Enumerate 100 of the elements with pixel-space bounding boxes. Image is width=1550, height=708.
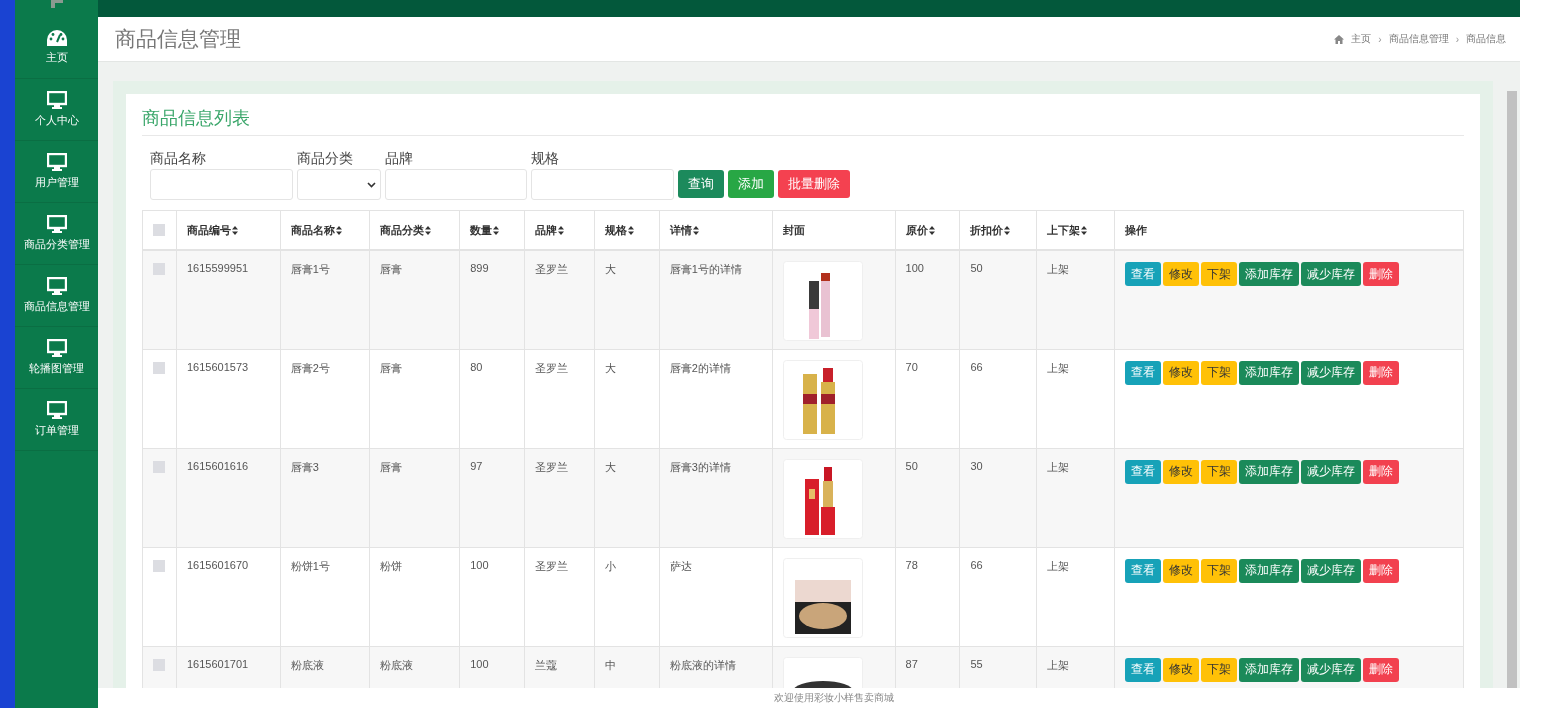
unshelve-button[interactable]: 下架 xyxy=(1200,657,1237,682)
table-cell: 兰蔻 xyxy=(535,658,558,671)
add-button[interactable]: 添加 xyxy=(728,170,774,198)
table-cell: 上架 xyxy=(1047,460,1070,473)
delete-button[interactable]: 删除 xyxy=(1362,657,1399,682)
table-cell: 中 xyxy=(604,658,616,671)
breadcrumb-link[interactable]: 商品信息管理 xyxy=(1388,32,1449,46)
table-cell: 70 xyxy=(905,360,918,373)
column-header[interactable]: 规格 xyxy=(604,222,634,238)
monitor-icon xyxy=(46,277,67,295)
table-cell: 唇膏3 xyxy=(290,460,319,473)
monitor-icon xyxy=(46,339,67,357)
add-stock-button[interactable]: 添加库存 xyxy=(1238,459,1299,484)
sort-icon[interactable] xyxy=(692,225,699,235)
unshelve-button[interactable]: 下架 xyxy=(1200,459,1237,484)
monitor-icon xyxy=(46,153,67,171)
view-button[interactable]: 查看 xyxy=(1124,262,1161,286)
delete-button[interactable]: 批量删除 xyxy=(778,170,850,198)
table-cell: 唇膏1号的详情 xyxy=(669,263,742,275)
select-all-checkbox[interactable] xyxy=(153,224,165,236)
sort-icon[interactable] xyxy=(627,225,634,235)
unshelve-button[interactable]: 下架 xyxy=(1200,262,1237,286)
sort-icon[interactable] xyxy=(425,225,432,235)
table-cell: 97 xyxy=(470,459,483,472)
reduce-stock-button[interactable]: 减少库存 xyxy=(1300,657,1361,682)
edit-button[interactable]: 修改 xyxy=(1162,558,1199,583)
reduce-stock-button[interactable]: 减少库存 xyxy=(1300,459,1361,484)
sort-icon[interactable] xyxy=(1004,225,1011,235)
column-header[interactable]: 品牌 xyxy=(535,222,565,238)
unshelve-button[interactable]: 下架 xyxy=(1200,360,1237,385)
logo-icon xyxy=(50,0,63,8)
row-checkbox[interactable] xyxy=(153,361,165,374)
breadcrumb-separator: › xyxy=(1378,33,1382,45)
delete-button[interactable]: 删除 xyxy=(1362,459,1399,484)
row-checkbox[interactable] xyxy=(153,559,165,572)
table-cell: 100 xyxy=(905,262,924,274)
category-select[interactable] xyxy=(297,169,381,200)
table-cell: 66 xyxy=(970,360,983,373)
edit-button[interactable]: 修改 xyxy=(1162,262,1199,286)
table-cell: 唇膏3的详情 xyxy=(669,460,731,473)
row-checkbox[interactable] xyxy=(153,658,165,671)
delete-button[interactable]: 删除 xyxy=(1362,360,1399,385)
row-checkbox[interactable] xyxy=(153,460,165,473)
column-header[interactable]: 原价 xyxy=(905,222,935,238)
delete-button[interactable]: 删除 xyxy=(1362,558,1399,583)
column-header[interactable]: 商品编号 xyxy=(186,222,238,238)
table-cell: 大 xyxy=(604,460,616,473)
sort-icon[interactable] xyxy=(558,225,565,235)
edit-button[interactable]: 修改 xyxy=(1162,657,1199,682)
reduce-stock-button[interactable]: 减少库存 xyxy=(1300,262,1361,286)
table-cell: 圣罗兰 xyxy=(535,559,569,572)
edit-button[interactable]: 修改 xyxy=(1162,360,1199,385)
column-header[interactable]: 详情 xyxy=(669,222,699,238)
column-header: 封面 xyxy=(783,222,806,238)
reduce-stock-button[interactable]: 减少库存 xyxy=(1300,360,1361,385)
table-cell: 100 xyxy=(470,558,489,571)
breadcrumb-link[interactable]: 商品信息 xyxy=(1466,32,1506,46)
view-button[interactable]: 查看 xyxy=(1124,459,1161,484)
add-stock-button[interactable]: 添加库存 xyxy=(1238,262,1299,286)
monitor-icon xyxy=(46,91,67,109)
add-stock-button[interactable]: 添加库存 xyxy=(1238,657,1299,682)
row-checkbox[interactable] xyxy=(153,263,165,275)
filter-input[interactable] xyxy=(531,169,674,200)
sort-icon[interactable] xyxy=(231,225,238,235)
edit-button[interactable]: 修改 xyxy=(1162,459,1199,484)
table-cell: 唇膏1号 xyxy=(290,263,330,275)
view-button[interactable]: 查看 xyxy=(1124,657,1161,682)
search-button[interactable]: 查询 xyxy=(678,170,724,198)
filter-input[interactable] xyxy=(150,169,293,200)
reduce-stock-button[interactable]: 减少库存 xyxy=(1300,558,1361,583)
table-cell: 唇膏 xyxy=(380,460,403,473)
monitor-icon xyxy=(46,401,67,419)
filter-label: 规格 xyxy=(531,150,560,168)
view-button[interactable]: 查看 xyxy=(1124,558,1161,583)
view-button[interactable]: 查看 xyxy=(1124,360,1161,385)
table-cell: 55 xyxy=(970,657,983,670)
delete-button[interactable]: 删除 xyxy=(1362,262,1399,286)
filter-input[interactable] xyxy=(385,169,527,200)
table-cell: 1615601616 xyxy=(186,459,249,472)
sort-icon[interactable] xyxy=(335,225,342,235)
caret-icon xyxy=(367,181,376,188)
add-stock-button[interactable]: 添加库存 xyxy=(1238,360,1299,385)
table-cell: 50 xyxy=(970,262,983,274)
sort-icon[interactable] xyxy=(493,225,500,235)
unshelve-button[interactable]: 下架 xyxy=(1200,558,1237,583)
sort-icon[interactable] xyxy=(928,225,935,235)
table-cell: 圣罗兰 xyxy=(535,460,569,473)
table-cell: 唇膏 xyxy=(380,361,403,374)
table-cell: 唇膏2号 xyxy=(290,361,330,374)
column-header[interactable]: 数量 xyxy=(470,222,500,238)
add-stock-button[interactable]: 添加库存 xyxy=(1238,558,1299,583)
scrollbar-thumb[interactable] xyxy=(1506,91,1517,688)
table-cell: 上架 xyxy=(1047,361,1070,374)
table-cell: 唇膏2的详情 xyxy=(669,361,731,374)
table-cell: 30 xyxy=(970,459,983,472)
breadcrumb-link[interactable]: 主页 xyxy=(1351,32,1372,46)
table-cell: 大 xyxy=(604,361,616,374)
sort-icon[interactable] xyxy=(1081,225,1088,235)
table-cell: 粉饼1号 xyxy=(290,559,330,572)
table-cell: 粉底液的详情 xyxy=(669,658,736,671)
